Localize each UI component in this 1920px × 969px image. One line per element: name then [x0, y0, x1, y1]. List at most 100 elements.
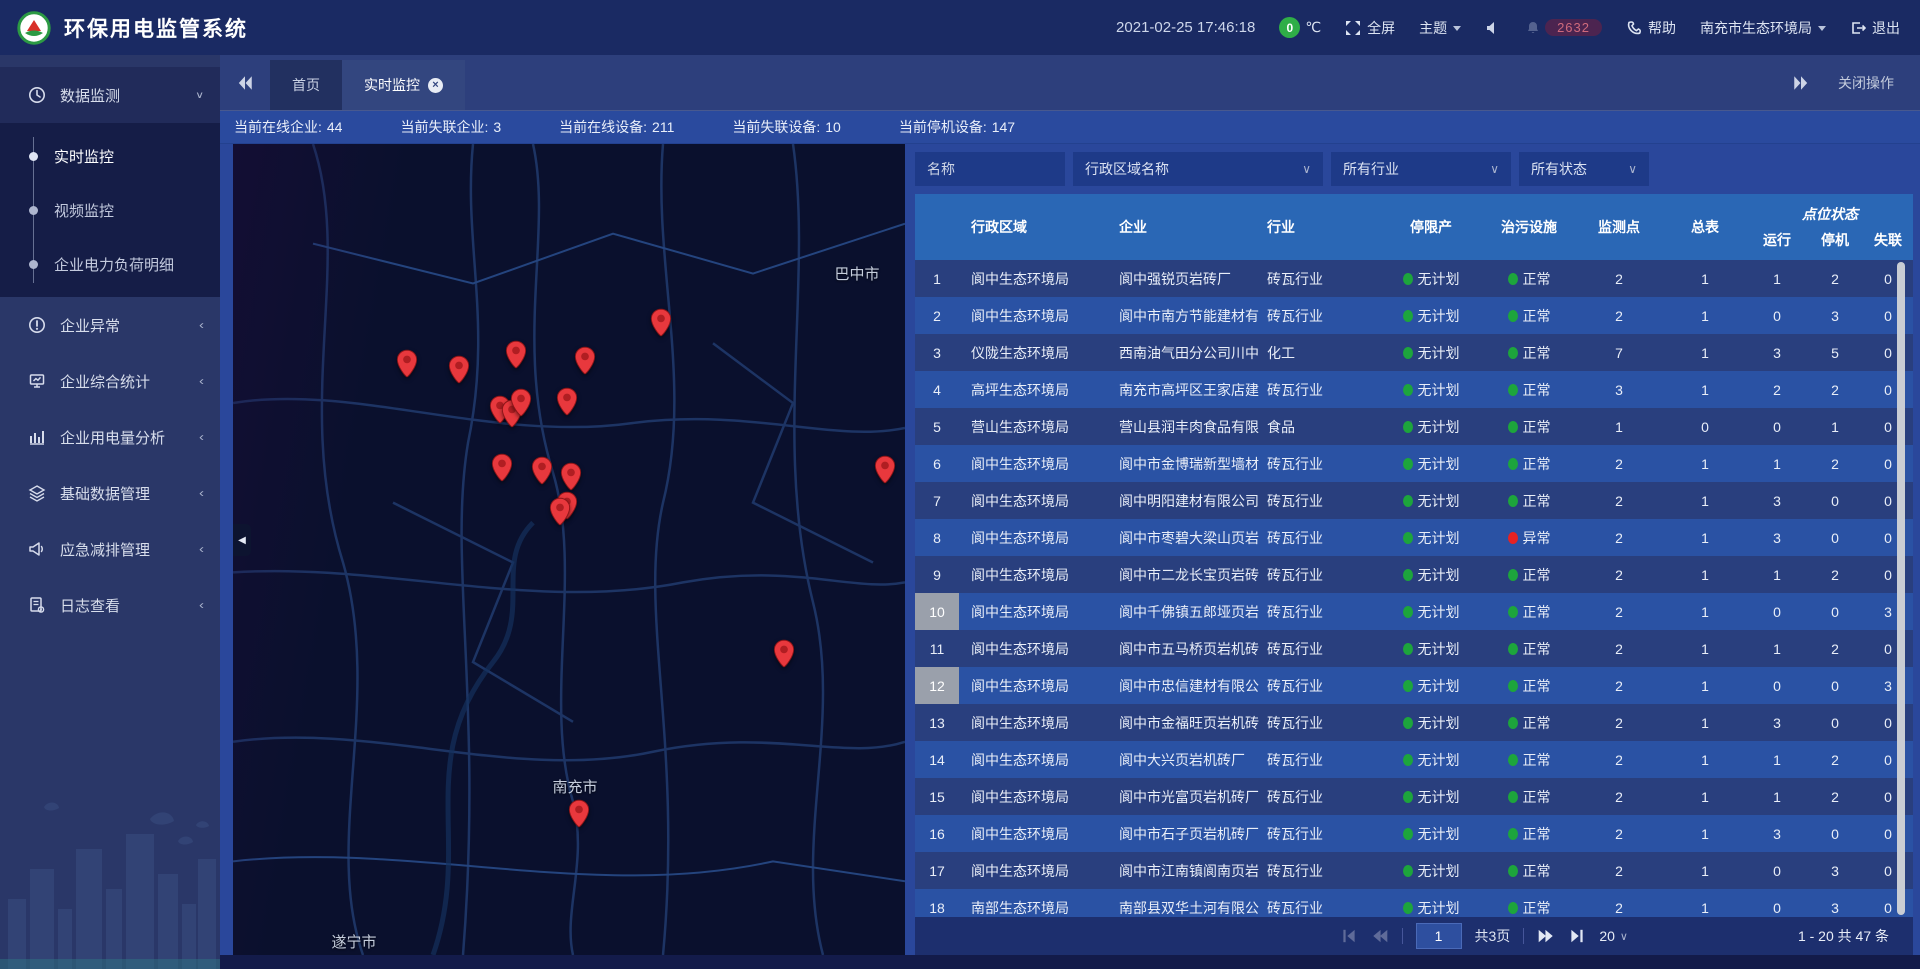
tab-实时监控[interactable]: 实时监控×	[342, 60, 465, 110]
map-panel[interactable]: 巴中市南充市遂宁市 ◀	[233, 144, 905, 955]
map-pin-icon[interactable]	[448, 355, 470, 385]
last-page-button[interactable]	[1568, 927, 1586, 945]
cell-meters: 1	[1663, 852, 1747, 889]
cell-industry: 砖瓦行业	[1261, 593, 1379, 630]
table-row[interactable]: 3仪陇生态环境局西南油气田分公司川中化工无计划正常71350	[915, 334, 1913, 371]
table-row[interactable]: 16阆中生态环境局阆中市石子页岩机砖厂砖瓦行业无计划正常21300	[915, 815, 1913, 852]
table-row[interactable]: 11阆中生态环境局阆中市五马桥页岩机砖砖瓦行业无计划正常21120	[915, 630, 1913, 667]
map-pin-icon[interactable]	[549, 497, 571, 527]
cell-facility-status: 正常	[1483, 371, 1575, 408]
cell-points: 7	[1575, 334, 1663, 371]
cell-facility-status: 正常	[1483, 408, 1575, 445]
table-row[interactable]: 7阆中生态环境局阆中明阳建材有限公司砖瓦行业无计划正常21300	[915, 482, 1913, 519]
cell-meters: 1	[1663, 519, 1747, 556]
name-filter-input[interactable]	[915, 152, 1065, 186]
status-dot-icon	[1508, 347, 1518, 359]
tab-scroll-left-button[interactable]	[220, 74, 270, 92]
stat-label: 当前停机设备:	[899, 119, 987, 135]
table-row[interactable]: 18南部生态环境局南部县双华土河有限公砖瓦行业无计划正常21030	[915, 889, 1913, 917]
table-row[interactable]: 12阆中生态环境局阆中市忠信建材有限公砖瓦行业无计划正常21003	[915, 667, 1913, 704]
cell-stop: 2	[1807, 556, 1863, 593]
notification-bell[interactable]: 2632	[1525, 19, 1602, 36]
page-input[interactable]	[1416, 923, 1462, 949]
next-page-button[interactable]	[1537, 927, 1555, 945]
cell-run: 3	[1747, 815, 1807, 852]
cell-company: 阆中大兴页岩机砖厂	[1109, 741, 1261, 778]
table-row[interactable]: 8阆中生态环境局阆中市枣碧大梁山页岩砖瓦行业无计划异常21300	[915, 519, 1913, 556]
map-pin-icon[interactable]	[773, 639, 795, 669]
sidebar-item[interactable]: 企业异常	[0, 297, 220, 353]
industry-filter-select[interactable]: 所有行业 ∨	[1331, 152, 1511, 186]
tab-首页[interactable]: 首页	[270, 60, 342, 110]
sidebar-subitem[interactable]: 企业电力负荷明细	[0, 237, 220, 291]
sidebar-item[interactable]: 日志查看	[0, 577, 220, 633]
map-pin-icon[interactable]	[505, 340, 527, 370]
map-pin-icon[interactable]	[574, 346, 596, 376]
table-row[interactable]: 6阆中生态环境局阆中市金博瑞新型墙材砖瓦行业无计划正常21120	[915, 445, 1913, 482]
table-row[interactable]: 9阆中生态环境局阆中市二龙长宝页岩砖砖瓦行业无计划正常21120	[915, 556, 1913, 593]
cell-region: 阆中生态环境局	[959, 630, 1109, 667]
map-pin-icon[interactable]	[874, 455, 896, 485]
cell-industry: 砖瓦行业	[1261, 445, 1379, 482]
cell-run: 0	[1747, 889, 1807, 917]
cell-lost: 0	[1863, 260, 1913, 297]
status-dot-icon	[1508, 532, 1518, 544]
map-pin-icon[interactable]	[510, 388, 532, 418]
logout-button[interactable]: 退出	[1850, 18, 1900, 38]
chevron-down-icon: ∨	[1490, 162, 1499, 176]
table-row[interactable]: 2阆中生态环境局阆中市南方节能建材有砖瓦行业无计划正常21030	[915, 297, 1913, 334]
org-dropdown[interactable]: 南充市生态环境局	[1700, 18, 1826, 38]
table-row[interactable]: 14阆中生态环境局阆中大兴页岩机砖厂砖瓦行业无计划正常21120	[915, 741, 1913, 778]
region-filter-select[interactable]: 行政区域名称 ∨	[1073, 152, 1323, 186]
table-row[interactable]: 1阆中生态环境局阆中强锐页岩砖厂砖瓦行业无计划正常21120	[915, 260, 1913, 297]
cell-region: 阆中生态环境局	[959, 741, 1109, 778]
table-row[interactable]: 4高坪生态环境局南充市高坪区王家店建砖瓦行业无计划正常31220	[915, 371, 1913, 408]
cell-stop: 2	[1807, 371, 1863, 408]
cell-limit-status: 无计划	[1379, 667, 1483, 704]
fullscreen-button[interactable]: 全屏	[1345, 18, 1395, 38]
map-collapse-handle[interactable]: ◀	[233, 524, 251, 556]
total-pages-label: 共3页	[1475, 926, 1511, 946]
map-pin-icon[interactable]	[396, 349, 418, 379]
close-icon[interactable]: ×	[428, 78, 443, 93]
map-pin-icon[interactable]	[650, 308, 672, 338]
status-filter-select[interactable]: 所有状态 ∨	[1519, 152, 1649, 186]
map-pin-icon[interactable]	[560, 462, 582, 492]
status-dot-icon	[1403, 717, 1413, 729]
cell-index: 7	[915, 482, 959, 519]
table-row[interactable]: 13阆中生态环境局阆中市金福旺页岩机砖砖瓦行业无计划正常21300	[915, 704, 1913, 741]
sidebar-item[interactable]: 应急减排管理	[0, 521, 220, 577]
sidebar-group: 企业综合统计	[0, 353, 220, 409]
sidebar-item[interactable]: 数据监测	[0, 67, 220, 123]
prev-page-button[interactable]	[1371, 927, 1389, 945]
map-pin-icon[interactable]	[568, 799, 590, 829]
cell-run: 0	[1747, 852, 1807, 889]
tab-bar: 首页实时监控× 关闭操作	[220, 55, 1920, 111]
cell-facility-status: 正常	[1483, 260, 1575, 297]
map-pin-icon[interactable]	[556, 387, 578, 417]
sidebar-item[interactable]: 企业综合统计	[0, 353, 220, 409]
close-operations-button[interactable]: 关闭操作	[1838, 73, 1894, 93]
cell-company: 阆中市枣碧大梁山页岩	[1109, 519, 1261, 556]
chevron-down-icon: ∨	[1620, 930, 1628, 943]
alert-icon	[28, 316, 46, 334]
tab-scroll-right-button[interactable]	[1792, 74, 1810, 92]
table-row[interactable]: 10阆中生态环境局阆中千佛镇五郎垭页岩砖瓦行业无计划正常21003	[915, 593, 1913, 630]
sidebar-item[interactable]: 基础数据管理	[0, 465, 220, 521]
sidebar-item[interactable]: 企业用电量分析	[0, 409, 220, 465]
table-row[interactable]: 5营山生态环境局营山县润丰肉食品有限食品无计划正常10010	[915, 408, 1913, 445]
help-button[interactable]: 帮助	[1626, 18, 1676, 38]
col-point-status: 点位状态	[1747, 204, 1913, 224]
cell-industry: 砖瓦行业	[1261, 556, 1379, 593]
mute-speaker-icon[interactable]	[1485, 20, 1501, 36]
table-row[interactable]: 15阆中生态环境局阆中市光富页岩机砖厂砖瓦行业无计划正常21120	[915, 778, 1913, 815]
map-pin-icon[interactable]	[491, 453, 513, 483]
first-page-button[interactable]	[1340, 927, 1358, 945]
page-size-select[interactable]: 20 ∨	[1599, 928, 1628, 944]
table-row[interactable]: 17阆中生态环境局阆中市江南镇阆南页岩砖瓦行业无计划正常21030	[915, 852, 1913, 889]
sidebar-subitem[interactable]: 实时监控	[0, 129, 220, 183]
map-pin-icon[interactable]	[531, 456, 553, 486]
sidebar-subitem[interactable]: 视频监控	[0, 183, 220, 237]
theme-dropdown[interactable]: 主题	[1419, 18, 1461, 38]
table-scrollbar[interactable]	[1897, 262, 1905, 915]
